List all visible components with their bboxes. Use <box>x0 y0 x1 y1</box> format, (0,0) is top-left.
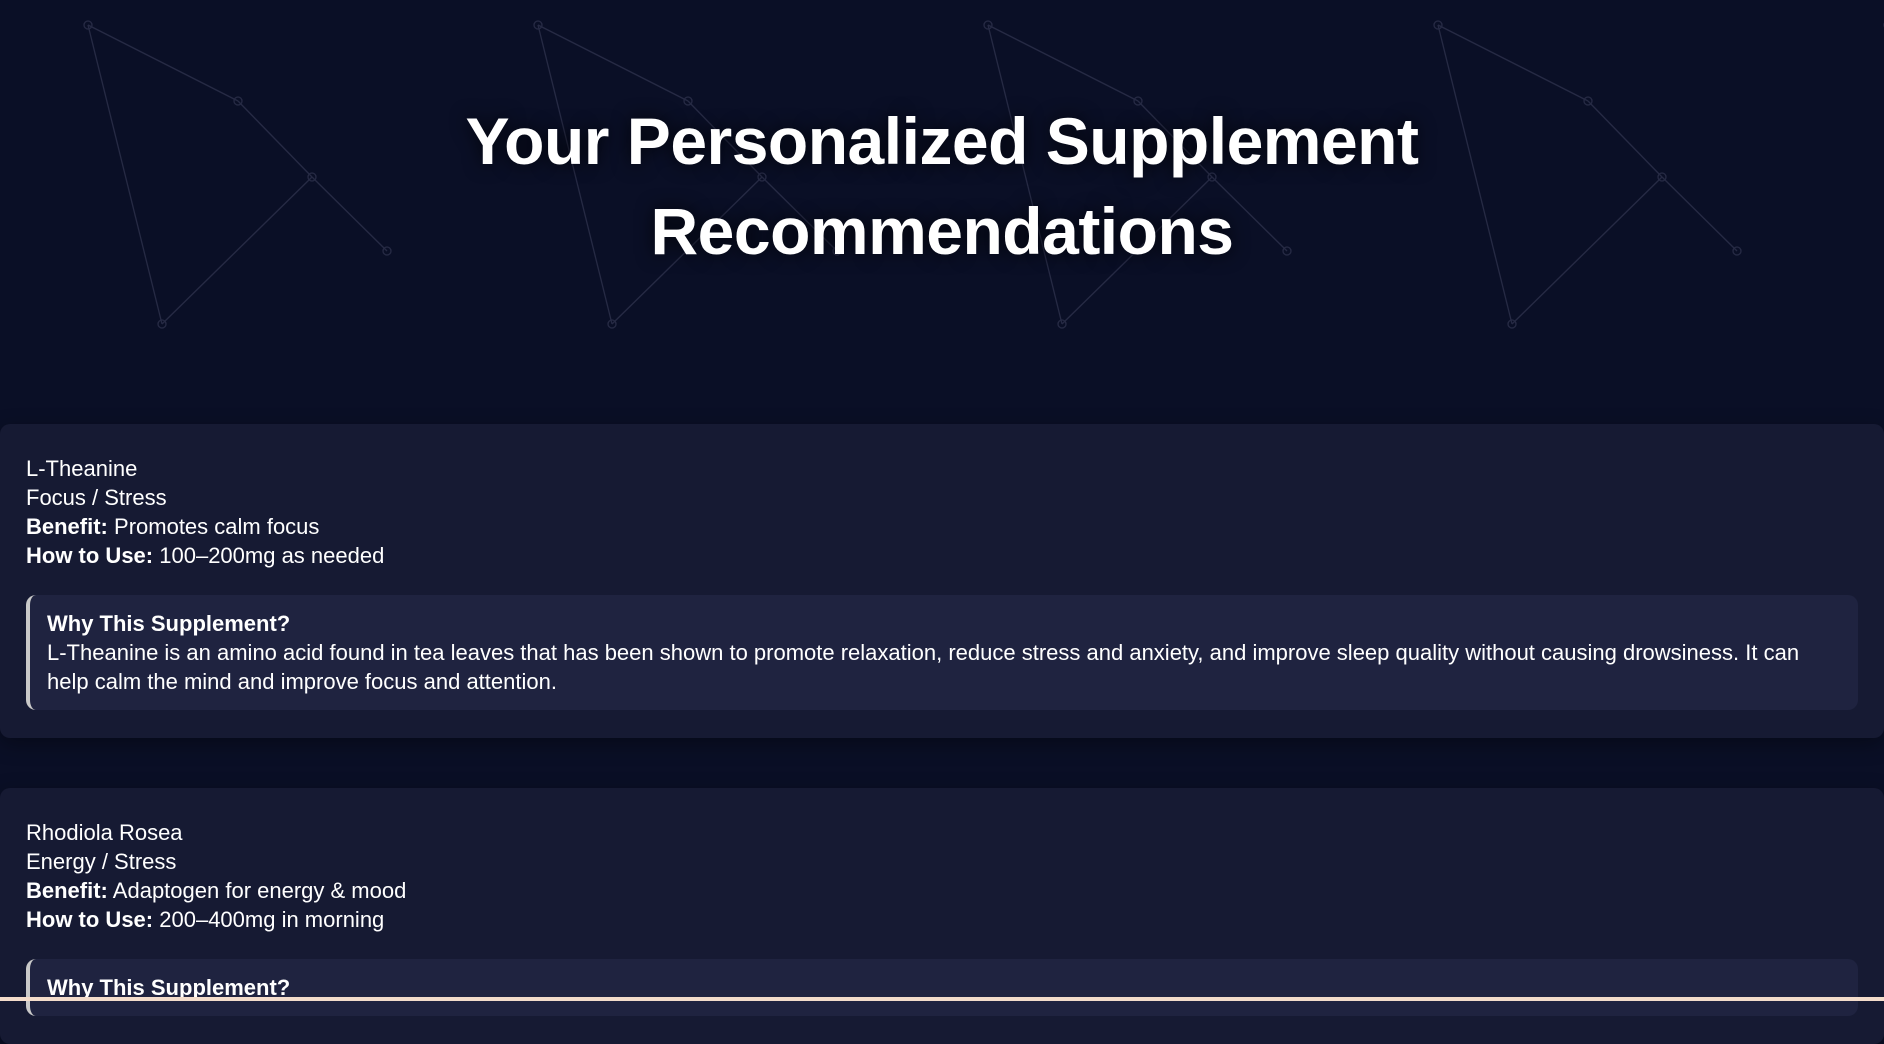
usage-label: How to Use: <box>26 543 154 568</box>
supplement-card: Rhodiola Rosea Energy / Stress Benefit: … <box>0 788 1884 1044</box>
why-box: Why This Supplement? <box>26 959 1858 1016</box>
supplement-benefit: Benefit: Promotes calm focus <box>26 512 1858 541</box>
page-title: Your Personalized Supplement Recommendat… <box>465 104 1419 268</box>
supplement-usage: How to Use: 200–400mg in morning <box>26 905 1858 934</box>
usage-value: 100–200mg as needed <box>159 543 385 568</box>
supplement-card: L-Theanine Focus / Stress Benefit: Promo… <box>0 424 1884 738</box>
supplement-usage: How to Use: 100–200mg as needed <box>26 541 1858 570</box>
bottom-edge <box>0 997 1884 1001</box>
supplement-name: Rhodiola Rosea <box>26 820 183 845</box>
benefit-value: Adaptogen for energy & mood <box>112 878 407 903</box>
benefit-label: Benefit: <box>26 514 108 539</box>
supplement-name: L-Theanine <box>26 456 138 481</box>
why-text: L-Theanine is an amino acid found in tea… <box>47 640 1800 694</box>
supplement-category: Energy / Stress <box>26 849 177 874</box>
hero-header: Your Personalized Supplement Recommendat… <box>0 0 1884 424</box>
benefit-value: Promotes calm focus <box>114 514 320 539</box>
supplement-benefit: Benefit: Adaptogen for energy & mood <box>26 876 1858 905</box>
benefit-label: Benefit: <box>26 878 108 903</box>
supplement-category: Focus / Stress <box>26 485 167 510</box>
why-box: Why This Supplement? L-Theanine is an am… <box>26 595 1858 710</box>
why-heading: Why This Supplement? <box>47 611 291 636</box>
usage-value: 200–400mg in morning <box>159 907 385 932</box>
usage-label: How to Use: <box>26 907 154 932</box>
